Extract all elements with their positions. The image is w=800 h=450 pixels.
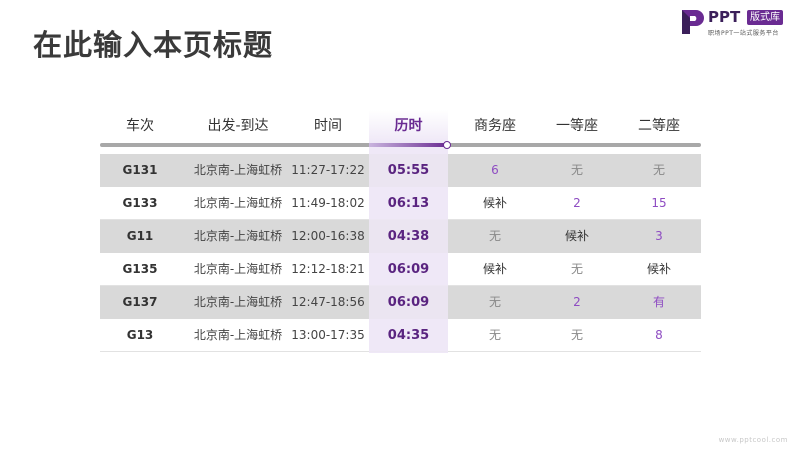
cell-business: 无 <box>488 328 501 342</box>
cell-train: G131 <box>122 163 158 177</box>
brand-logo: PPT 版式库 职场PPT一站式服务平台 <box>680 8 792 38</box>
cell-time: 12:00-16:38 <box>291 229 365 243</box>
cell-route: 北京南-上海虹桥 <box>193 196 283 210</box>
cell-business: 候补 <box>482 196 507 210</box>
cell-first: 2 <box>573 295 581 309</box>
table-header-row: 车次 出发-到达 时间 历时 商务座 一等座 二等座 <box>100 110 701 143</box>
logo-mark-icon <box>682 10 704 34</box>
header-time[interactable]: 时间 <box>288 116 368 136</box>
cell-time: 12:47-18:56 <box>291 295 365 309</box>
cell-duration: 06:09 <box>387 262 430 277</box>
page-title: 在此输入本页标题 <box>33 28 274 62</box>
cell-duration: 05:55 <box>387 163 430 178</box>
cell-first: 2 <box>573 196 581 210</box>
cell-route: 北京南-上海虹桥 <box>193 163 283 177</box>
logo-subtitle: 职场PPT一站式服务平台 <box>708 30 779 37</box>
cell-duration: 04:35 <box>387 328 430 343</box>
cell-train: G13 <box>126 328 154 342</box>
cell-business: 无 <box>488 229 501 243</box>
cell-time: 12:12-18:21 <box>291 262 365 276</box>
train-schedule-table: 车次 出发-到达 时间 历时 商务座 一等座 二等座 G131 北京南-上海虹桥… <box>100 110 701 360</box>
header-underline-knob <box>443 141 451 149</box>
header-underline-active <box>369 143 448 147</box>
header-first[interactable]: 一等座 <box>537 116 617 136</box>
cell-train: G11 <box>126 229 154 243</box>
table-row[interactable]: G131 北京南-上海虹桥 11:27-17:22 05:55 6 无 无 <box>100 154 701 187</box>
cell-time: 11:49-18:02 <box>291 196 365 210</box>
cell-business: 6 <box>491 163 499 177</box>
cell-route: 北京南-上海虹桥 <box>193 328 283 342</box>
cell-route: 北京南-上海虹桥 <box>193 295 283 309</box>
cell-first: 无 <box>570 262 583 276</box>
cell-train: G133 <box>122 196 158 210</box>
cell-business: 无 <box>488 295 501 309</box>
cell-second: 有 <box>652 295 665 309</box>
cell-route: 北京南-上海虹桥 <box>193 262 283 276</box>
header-business[interactable]: 商务座 <box>455 116 535 136</box>
table-body: G131 北京南-上海虹桥 11:27-17:22 05:55 6 无 无 G1… <box>100 154 701 352</box>
header-route[interactable]: 出发-到达 <box>188 116 288 136</box>
header-second[interactable]: 二等座 <box>619 116 699 136</box>
cell-train: G137 <box>122 295 158 309</box>
cell-second: 3 <box>655 229 663 243</box>
cell-train: G135 <box>122 262 158 276</box>
cell-route: 北京南-上海虹桥 <box>193 229 283 243</box>
cell-first: 候补 <box>564 229 589 243</box>
cell-second: 8 <box>655 328 663 342</box>
logo-badge: 版式库 <box>747 10 783 25</box>
cell-time: 11:27-17:22 <box>291 163 365 177</box>
header-train[interactable]: 车次 <box>100 116 180 136</box>
cell-first: 无 <box>570 328 583 342</box>
cell-first: 无 <box>570 163 583 177</box>
table-row[interactable]: G135 北京南-上海虹桥 12:12-18:21 06:09 候补 无 候补 <box>100 253 701 286</box>
table-row[interactable]: G13 北京南-上海虹桥 13:00-17:35 04:35 无 无 8 <box>100 319 701 352</box>
table-row[interactable]: G133 北京南-上海虹桥 11:49-18:02 06:13 候补 2 15 <box>100 187 701 220</box>
table-row[interactable]: G137 北京南-上海虹桥 12:47-18:56 06:09 无 2 有 <box>100 286 701 319</box>
cell-second: 无 <box>652 163 665 177</box>
header-duration[interactable]: 历时 <box>369 116 448 136</box>
cell-duration: 06:13 <box>387 196 430 211</box>
cell-second: 候补 <box>646 262 671 276</box>
footer-url: www.pptcool.com <box>718 436 788 444</box>
cell-duration: 04:38 <box>387 229 430 244</box>
cell-time: 13:00-17:35 <box>291 328 365 342</box>
table-row[interactable]: G11 北京南-上海虹桥 12:00-16:38 04:38 无 候补 3 <box>100 220 701 253</box>
cell-duration: 06:09 <box>387 295 430 310</box>
logo-text: PPT <box>708 8 741 26</box>
cell-business: 候补 <box>482 262 507 276</box>
cell-second: 15 <box>651 196 667 210</box>
